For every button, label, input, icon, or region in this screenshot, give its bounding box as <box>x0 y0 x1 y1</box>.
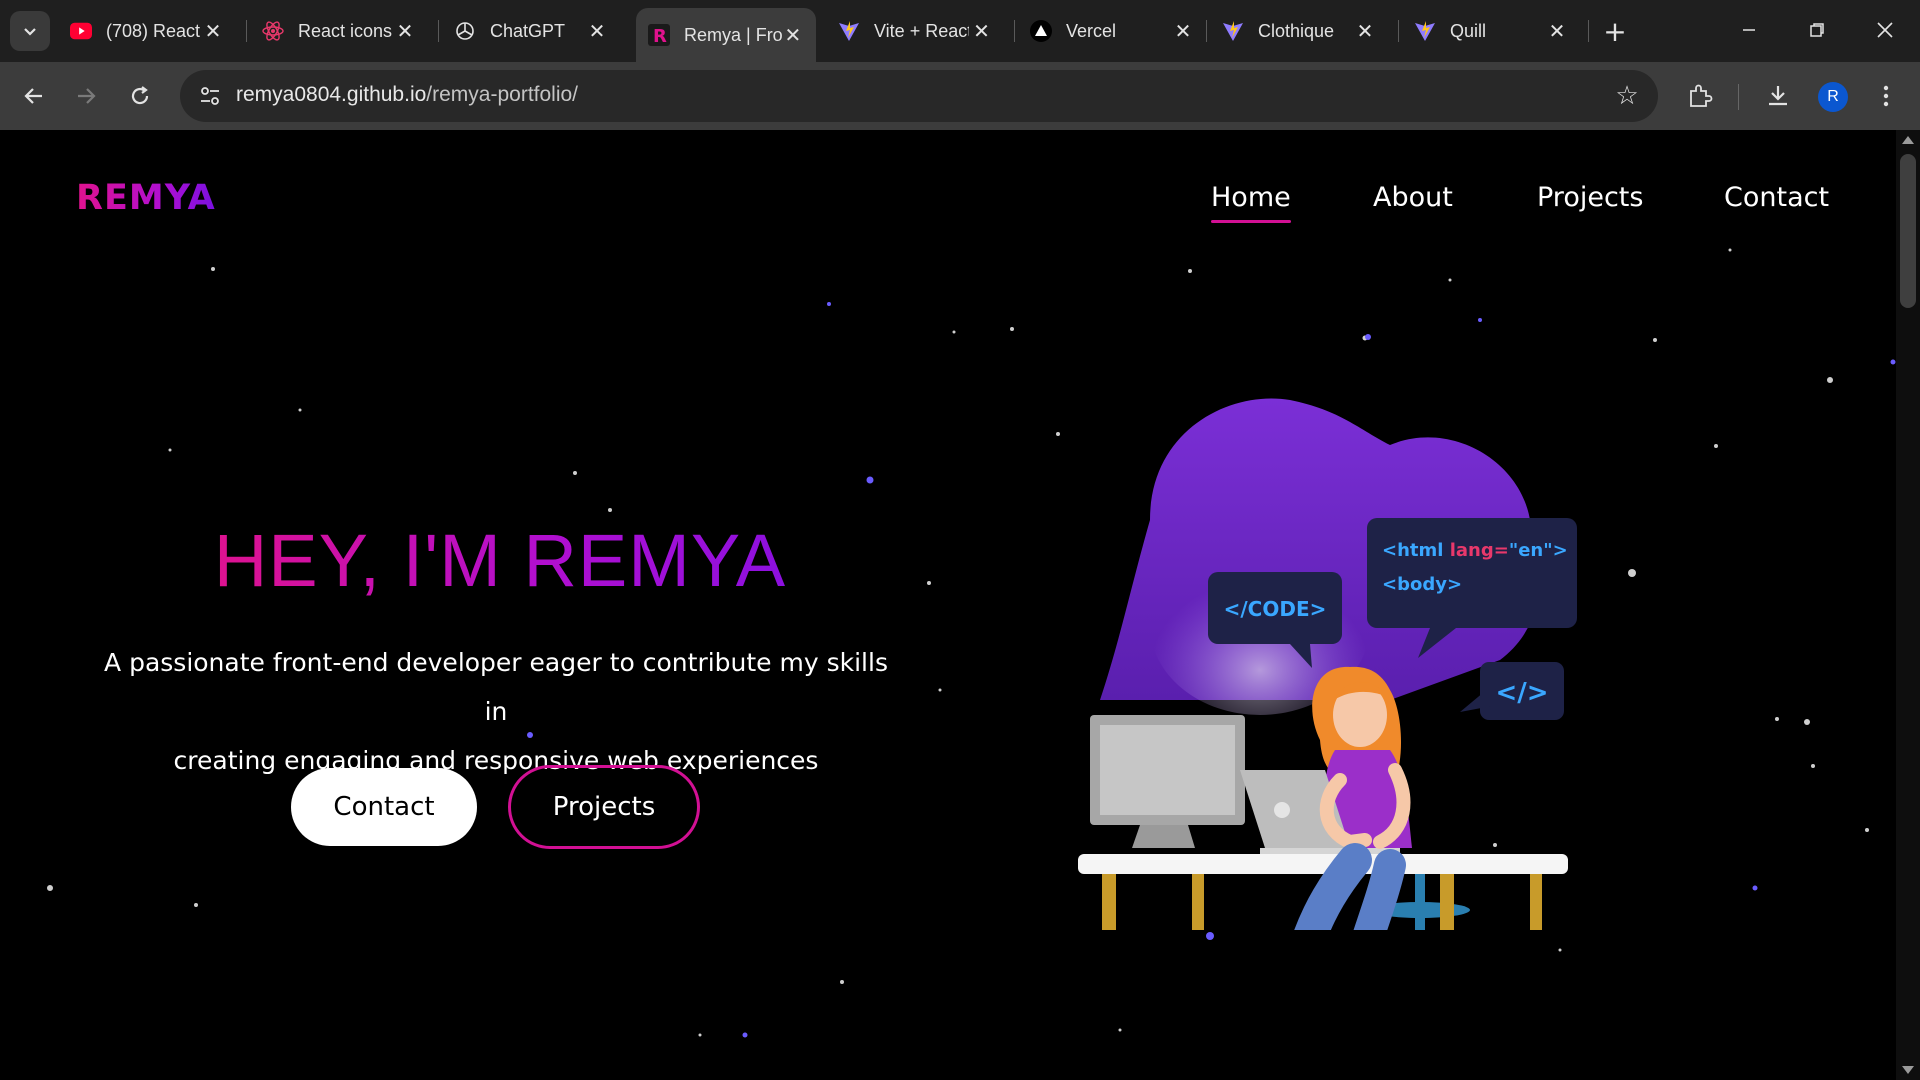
minimize-icon <box>1743 29 1755 31</box>
hero-subtitle-line: A passionate front-end developer eager t… <box>104 648 888 726</box>
tab-quill[interactable]: Quill ✕ <box>1402 9 1582 53</box>
vercel-icon <box>1030 20 1052 42</box>
close-icon <box>1877 22 1893 38</box>
close-icon[interactable]: ✕ <box>584 18 610 44</box>
html-tag-text: <html <box>1382 540 1450 561</box>
site-info-button[interactable] <box>192 78 228 114</box>
html-attr-value: "en"> <box>1509 540 1568 561</box>
tab-title: Remya | Front <box>684 24 782 45</box>
puzzle-icon <box>1690 84 1713 107</box>
browser-toolbar: remya0804.github.io/remya-portfolio/ ☆ R <box>0 62 1920 130</box>
toolbar-separator <box>1738 84 1739 110</box>
svg-text:R: R <box>653 26 667 46</box>
back-button[interactable] <box>14 76 54 116</box>
site-logo[interactable]: REMYA <box>76 178 216 218</box>
hero-subtitle-line: creating engaging and responsive web exp… <box>173 746 819 775</box>
minimize-button[interactable] <box>1726 10 1772 50</box>
page-scrollbar[interactable] <box>1896 130 1920 1080</box>
tab-separator <box>1398 20 1399 42</box>
contact-button[interactable]: Contact <box>291 768 477 846</box>
tab-separator <box>246 20 247 42</box>
chevron-down-icon <box>24 28 36 36</box>
url-host: remya0804.github.io <box>236 83 427 106</box>
extensions-button[interactable] <box>1680 76 1720 116</box>
tag-bubble: </> <box>1460 662 1564 720</box>
vite-icon <box>1222 20 1244 42</box>
tag-bubble-text: </> <box>1495 678 1548 708</box>
nav-projects-link[interactable]: Projects <box>1537 182 1643 213</box>
projects-button[interactable]: Projects <box>508 765 700 849</box>
tab-title: React icons <box>298 20 393 41</box>
vite-icon <box>1414 20 1436 42</box>
tab-chatgpt[interactable]: ChatGPT ✕ <box>442 9 622 53</box>
tab-bar: (708) React ✕ React icons ✕ ChatGPT ✕ R … <box>0 0 1920 62</box>
tab-remya-portfolio[interactable]: R Remya | Front ✕ <box>636 8 816 62</box>
close-icon[interactable]: ✕ <box>969 18 994 44</box>
arrow-left-icon <box>24 88 42 104</box>
menu-button[interactable] <box>1866 76 1906 116</box>
tab-separator <box>1206 20 1207 42</box>
vite-icon <box>838 20 860 42</box>
download-icon <box>1769 86 1787 106</box>
url-path: /remya-portfolio/ <box>426 83 579 106</box>
page-viewport: REMYA Home About Projects Contact HEY, I… <box>0 130 1896 1080</box>
scroll-thumb[interactable] <box>1900 154 1916 308</box>
forward-button[interactable] <box>66 76 106 116</box>
tab-title: Vite + React <box>874 20 969 41</box>
r-logo-icon: R <box>648 24 670 46</box>
bookmark-star-icon[interactable]: ☆ <box>1610 79 1644 113</box>
react-icon <box>262 20 284 42</box>
hero-title: HEY, I'M REMYA <box>0 518 1000 603</box>
developer-illustration: </CODE> <html lang="en"> <body> </> <box>1078 398 1577 930</box>
tab-separator <box>1014 20 1015 42</box>
youtube-icon <box>70 20 92 42</box>
tab-youtube[interactable]: (708) React ✕ <box>58 9 238 53</box>
tune-icon <box>201 87 219 105</box>
downloads-button[interactable] <box>1758 76 1798 116</box>
tab-title: (708) React <box>106 20 201 41</box>
nav-about-link[interactable]: About <box>1373 182 1453 213</box>
tab-vercel[interactable]: Vercel ✕ <box>1018 9 1208 53</box>
tab-clothique[interactable]: Clothique ✕ <box>1210 9 1390 53</box>
tab-separator <box>438 20 439 42</box>
profile-avatar[interactable]: R <box>1818 82 1848 112</box>
restore-icon <box>1810 23 1824 37</box>
more-vertical-icon <box>1883 85 1889 107</box>
html-bubble-line2: <body> <box>1382 574 1462 595</box>
reload-icon <box>131 86 149 105</box>
tab-title: Clothique <box>1258 20 1335 41</box>
tab-title: ChatGPT <box>490 20 566 41</box>
close-window-button[interactable] <box>1862 10 1908 50</box>
chatgpt-icon <box>454 20 476 42</box>
restore-button[interactable] <box>1794 10 1840 50</box>
tab-search-button[interactable] <box>10 11 50 51</box>
new-tab-button[interactable]: + <box>1598 14 1632 48</box>
close-icon[interactable]: ✕ <box>1352 18 1378 44</box>
tab-vite-react[interactable]: Vite + React ✕ <box>826 9 1006 53</box>
hero-subtitle: A passionate front-end developer eager t… <box>96 638 896 785</box>
nav-contact-link[interactable]: Contact <box>1724 182 1829 213</box>
close-icon[interactable]: ✕ <box>200 18 226 44</box>
scroll-down-arrow-icon[interactable] <box>1902 1066 1914 1074</box>
arrow-right-icon <box>78 88 96 104</box>
close-icon[interactable]: ✕ <box>1544 18 1570 44</box>
html-attr-text: lang= <box>1450 540 1509 561</box>
close-icon[interactable]: ✕ <box>1170 18 1196 44</box>
code-bubble-text: </CODE> <box>1224 597 1327 621</box>
url-text[interactable]: remya0804.github.io/remya-portfolio/ <box>236 83 578 107</box>
tab-title: Quill <box>1450 20 1487 41</box>
reload-button[interactable] <box>120 76 160 116</box>
close-icon[interactable]: ✕ <box>782 22 804 48</box>
nav-home-link[interactable]: Home <box>1211 182 1291 223</box>
html-bubble-line1: <html lang="en"> <box>1382 540 1568 561</box>
tab-react-icons[interactable]: React icons ✕ <box>250 9 430 53</box>
close-icon[interactable]: ✕ <box>392 18 418 44</box>
scroll-up-arrow-icon[interactable] <box>1902 136 1914 144</box>
tab-title: Vercel <box>1066 20 1117 41</box>
tab-separator <box>1588 20 1589 42</box>
address-bar[interactable]: remya0804.github.io/remya-portfolio/ ☆ <box>180 70 1658 122</box>
